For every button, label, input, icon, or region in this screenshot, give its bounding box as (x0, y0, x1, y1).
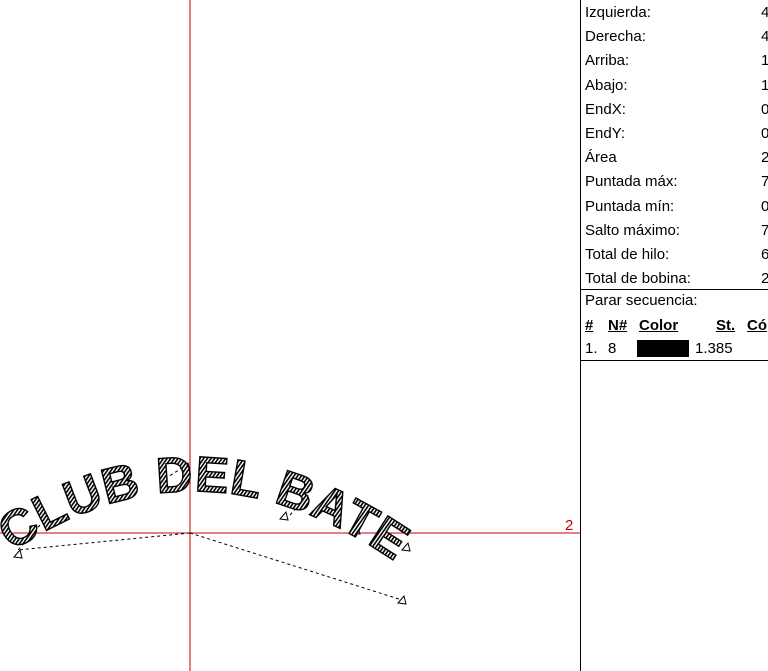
property-value: 7 (761, 219, 768, 243)
property-label: Arriba: (585, 52, 630, 70)
property-label: Puntada máx: (585, 173, 678, 191)
property-label: Izquierda: (585, 4, 651, 21)
property-value: 1 (761, 74, 768, 98)
property-value: 4 (761, 1, 768, 25)
property-row: EndY: 0 (585, 122, 768, 146)
color-swatch (637, 340, 689, 357)
property-row: Puntada mín: 0 (585, 195, 768, 219)
property-label: Puntada mín: (585, 197, 675, 215)
property-label: Abajo: (585, 76, 628, 94)
property-row: Abajo: 1 (585, 74, 768, 98)
property-value: 0 (761, 122, 768, 146)
property-label: EndY: (585, 125, 626, 142)
property-label: EndX: (585, 100, 626, 118)
row-stitches: 1.385 (695, 340, 733, 357)
property-value: 0 (761, 195, 768, 219)
col-header-stitches[interactable]: St. (716, 316, 735, 336)
embroidery-text[interactable]: CLUB DEL BATE (0, 445, 420, 571)
col-header-code[interactable]: Có (747, 316, 767, 336)
property-label: Total de hilo: (585, 246, 670, 263)
property-label: Total de bobina: (585, 270, 691, 288)
row-num: 1. (585, 340, 598, 357)
table-bottom-divider (581, 360, 768, 361)
property-value: 2 (761, 146, 768, 170)
guide-marker-label: 2 (565, 517, 573, 534)
property-value: 7 (761, 170, 768, 194)
property-value: 1 (761, 49, 768, 73)
property-value: 4 (761, 25, 768, 49)
property-value: 6 (761, 243, 768, 267)
col-header-needle[interactable]: N# (608, 316, 627, 336)
property-row: Salto máximo: 7 (585, 219, 768, 243)
design-canvas[interactable]: 2 CLUB DEL BATE (0, 0, 580, 671)
property-value: 2 (761, 267, 768, 291)
property-row: Puntada máx: 7 (585, 170, 768, 194)
property-row: Izquierda: 4 (585, 1, 768, 25)
col-header-num[interactable]: # (585, 316, 593, 336)
property-row: EndX: 0 (585, 98, 768, 122)
properties-panel: Izquierda:4Derecha:4Arriba:1Abajo:1EndX:… (580, 0, 768, 671)
property-label: Salto máximo: (585, 221, 681, 239)
property-row: Área 2 (585, 146, 768, 170)
property-value: 0 (761, 98, 768, 122)
property-label: Derecha: (585, 28, 646, 46)
stop-sequence-title: Parar secuencia: (585, 292, 698, 309)
col-header-color[interactable]: Color (639, 316, 678, 336)
row-needle: 8 (608, 340, 617, 357)
property-row: Total de bobina: 2 (585, 267, 768, 291)
property-label: Área (585, 149, 617, 167)
property-row: Total de hilo: 6 (585, 243, 768, 267)
property-row: Derecha: 4 (585, 25, 768, 49)
property-row: Arriba: 1 (585, 49, 768, 73)
embroidery-view: 2 CLUB DEL BATE (0, 0, 580, 671)
